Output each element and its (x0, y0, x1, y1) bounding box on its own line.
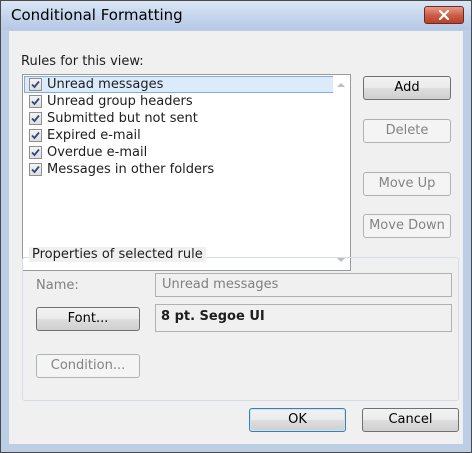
close-button[interactable] (424, 6, 464, 24)
condition-button[interactable]: Condition... (36, 354, 140, 378)
rule-label: Submitted but not sent (47, 111, 198, 126)
scroll-up-arrow-icon[interactable] (337, 83, 345, 87)
name-field[interactable]: Unread messages (155, 273, 452, 297)
rule-list-item[interactable]: Expired e-mail (24, 127, 335, 144)
rule-list-item[interactable]: Unread group headers (24, 93, 335, 110)
checkmark-icon (31, 80, 40, 89)
ok-button[interactable]: OK (249, 408, 346, 432)
delete-button[interactable]: Delete (363, 119, 451, 143)
rule-label: Messages in other folders (47, 162, 215, 177)
dialog-body: Rules for this view: Unread messages Unre… (9, 31, 463, 444)
properties-group-label: Properties of selected rule (29, 247, 206, 262)
rule-label: Expired e-mail (47, 128, 141, 143)
rule-list-item[interactable]: Unread messages (24, 76, 335, 93)
rule-label: Unread messages (47, 77, 164, 92)
rule-list-item[interactable]: Overdue e-mail (24, 144, 335, 161)
rule-checkbox[interactable] (29, 163, 42, 176)
close-icon (438, 10, 450, 20)
font-button[interactable]: Font... (36, 307, 140, 331)
rule-checkbox[interactable] (29, 95, 42, 108)
checkmark-icon (31, 148, 40, 157)
move-down-button[interactable]: Move Down (363, 214, 451, 238)
rule-list-item[interactable]: Submitted but not sent (24, 110, 335, 127)
rule-checkbox[interactable] (29, 112, 42, 125)
conditional-formatting-dialog: Conditional Formatting Rules for this vi… (0, 0, 472, 453)
rule-checkbox[interactable] (29, 78, 42, 91)
checkmark-icon (31, 114, 40, 123)
rules-list[interactable]: Unread messages Unread group headers Submi… (22, 74, 351, 271)
rule-checkbox[interactable] (29, 146, 42, 159)
checkmark-icon (31, 165, 40, 174)
checkmark-icon (31, 97, 40, 106)
add-button[interactable]: Add (363, 76, 451, 100)
rule-list-item[interactable]: Messages in other folders (24, 161, 335, 178)
dialog-title: Conditional Formatting (11, 6, 183, 24)
cancel-button[interactable]: Cancel (362, 408, 459, 432)
rule-checkbox[interactable] (29, 129, 42, 142)
rules-label: Rules for this view: (21, 54, 144, 69)
checkmark-icon (31, 131, 40, 140)
name-label: Name: (36, 278, 79, 293)
font-value: 8 pt. Segoe UI (155, 304, 452, 332)
rules-scrollbar[interactable] (333, 75, 350, 270)
move-up-button[interactable]: Move Up (363, 172, 451, 196)
rule-label: Unread group headers (47, 94, 193, 109)
title-bar[interactable]: Conditional Formatting (1, 1, 471, 30)
rule-label: Overdue e-mail (47, 145, 148, 160)
